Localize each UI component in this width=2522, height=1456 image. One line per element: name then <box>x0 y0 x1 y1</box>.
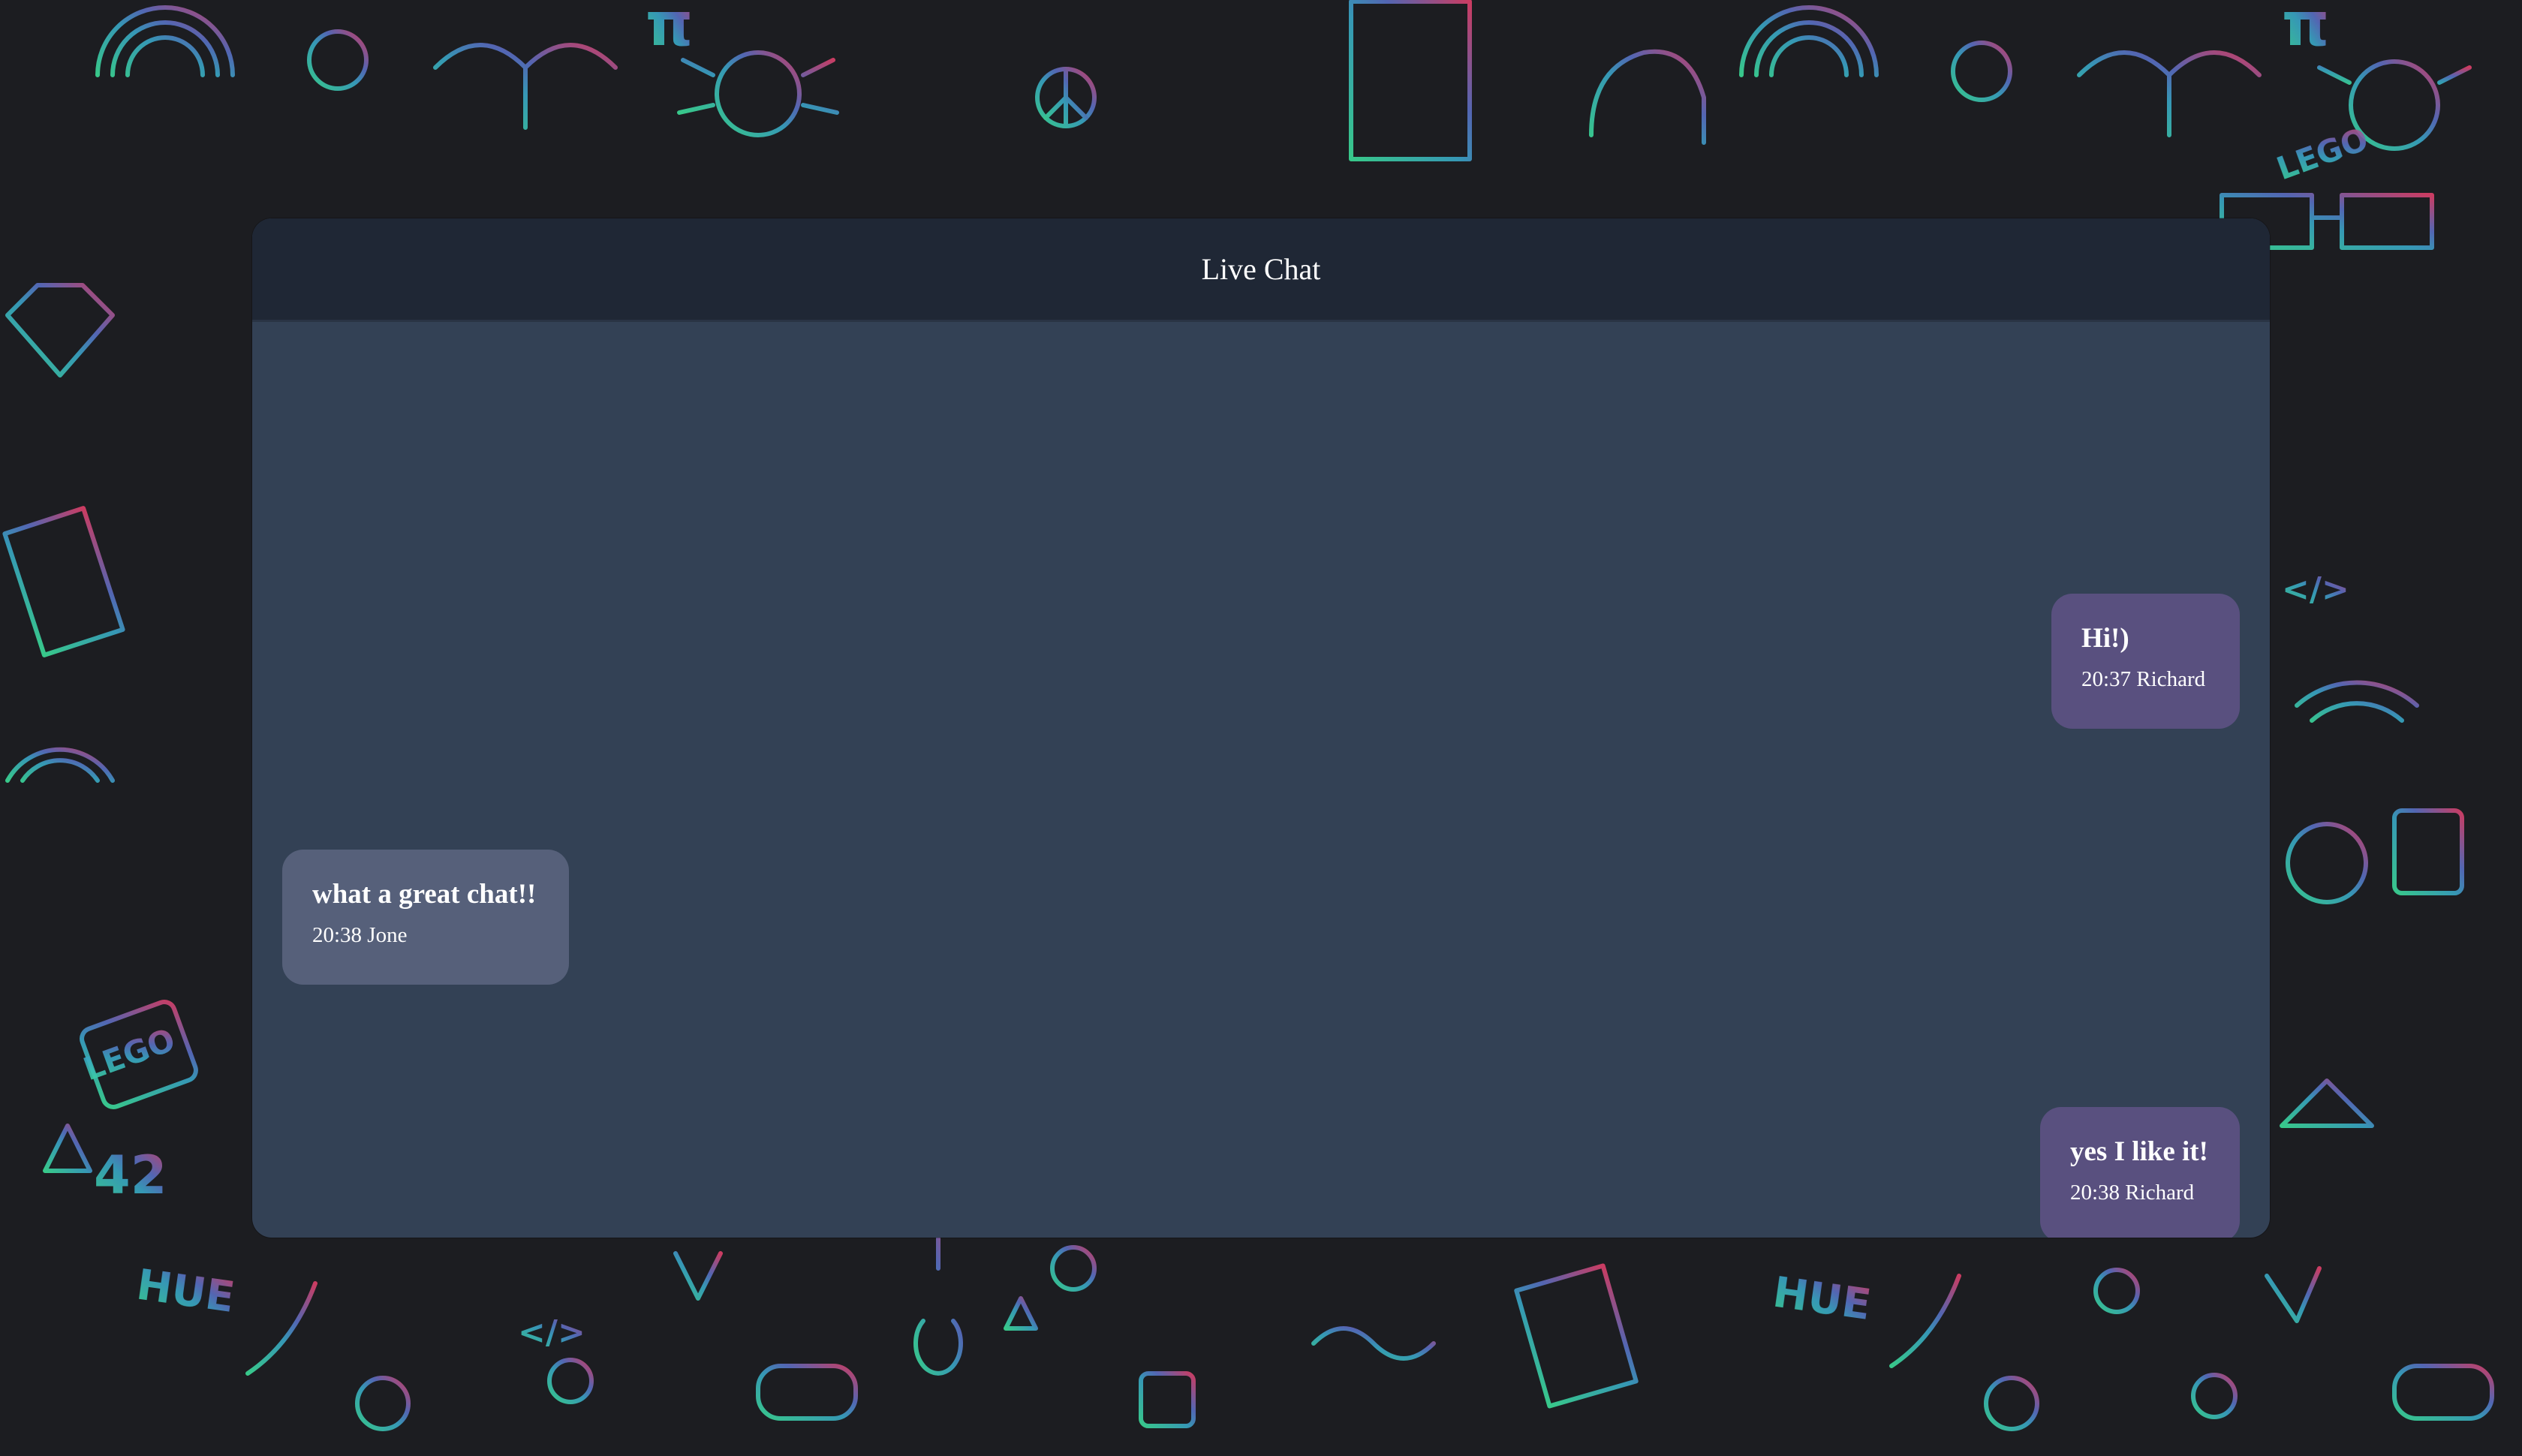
message-meta: 20:38 Richard <box>2070 1181 2195 1205</box>
message-text: what a great chat!! <box>312 879 537 910</box>
chat-header: Live Chat <box>252 218 2270 322</box>
message-bubble-other: what a great chat!! 20:38 Jone <box>282 850 569 985</box>
phoenix-icon <box>433 43 618 130</box>
bg-text-code-2: </> <box>2282 570 2349 609</box>
message-bubble-own: yes I like it! 20:38 Richard <box>2040 1107 2240 1238</box>
chat-title: Live Chat <box>1201 252 1321 286</box>
message-bubble-own: Hi!) 20:37 Richard <box>2051 594 2240 729</box>
bg-text-lego: LEGO <box>79 1021 180 1087</box>
bg-text-code: </> <box>518 1313 585 1352</box>
spider-icon <box>715 50 802 137</box>
bg-text-pi: π <box>646 0 693 59</box>
bg-text-lego-2: LEGO <box>2272 120 2373 187</box>
bg-text-pi-2: π <box>2282 0 2329 59</box>
book-icon <box>2 506 125 657</box>
message-text: yes I like it! <box>2070 1136 2208 1167</box>
message-list[interactable]: Hi!) 20:37 Richard what a great chat!! 2… <box>252 322 2270 1238</box>
skull-icon <box>307 29 369 91</box>
bg-text-hue: HUE <box>134 1260 237 1322</box>
message-meta: 20:37 Richard <box>2081 667 2206 692</box>
paw-icon <box>355 1376 411 1431</box>
bg-text-42: 42 <box>94 1145 167 1206</box>
unicorn-icon <box>1589 49 1706 145</box>
rainbow-icon <box>95 5 235 77</box>
guitar-icon <box>913 1236 963 1376</box>
dice-icon <box>1139 1371 1196 1428</box>
diamond-icon <box>5 283 115 378</box>
message-text: Hi!) <box>2081 623 2129 654</box>
mona-lisa-frame-icon <box>1349 0 1472 161</box>
bg-text-hue-2: HUE <box>1770 1268 1873 1330</box>
message-meta: 20:38 Jone <box>312 923 408 948</box>
chat-window: Live Chat Hi!) 20:37 Richard what a grea… <box>252 218 2270 1238</box>
gamepad-icon <box>756 1364 858 1421</box>
chili-icon <box>245 1281 318 1376</box>
